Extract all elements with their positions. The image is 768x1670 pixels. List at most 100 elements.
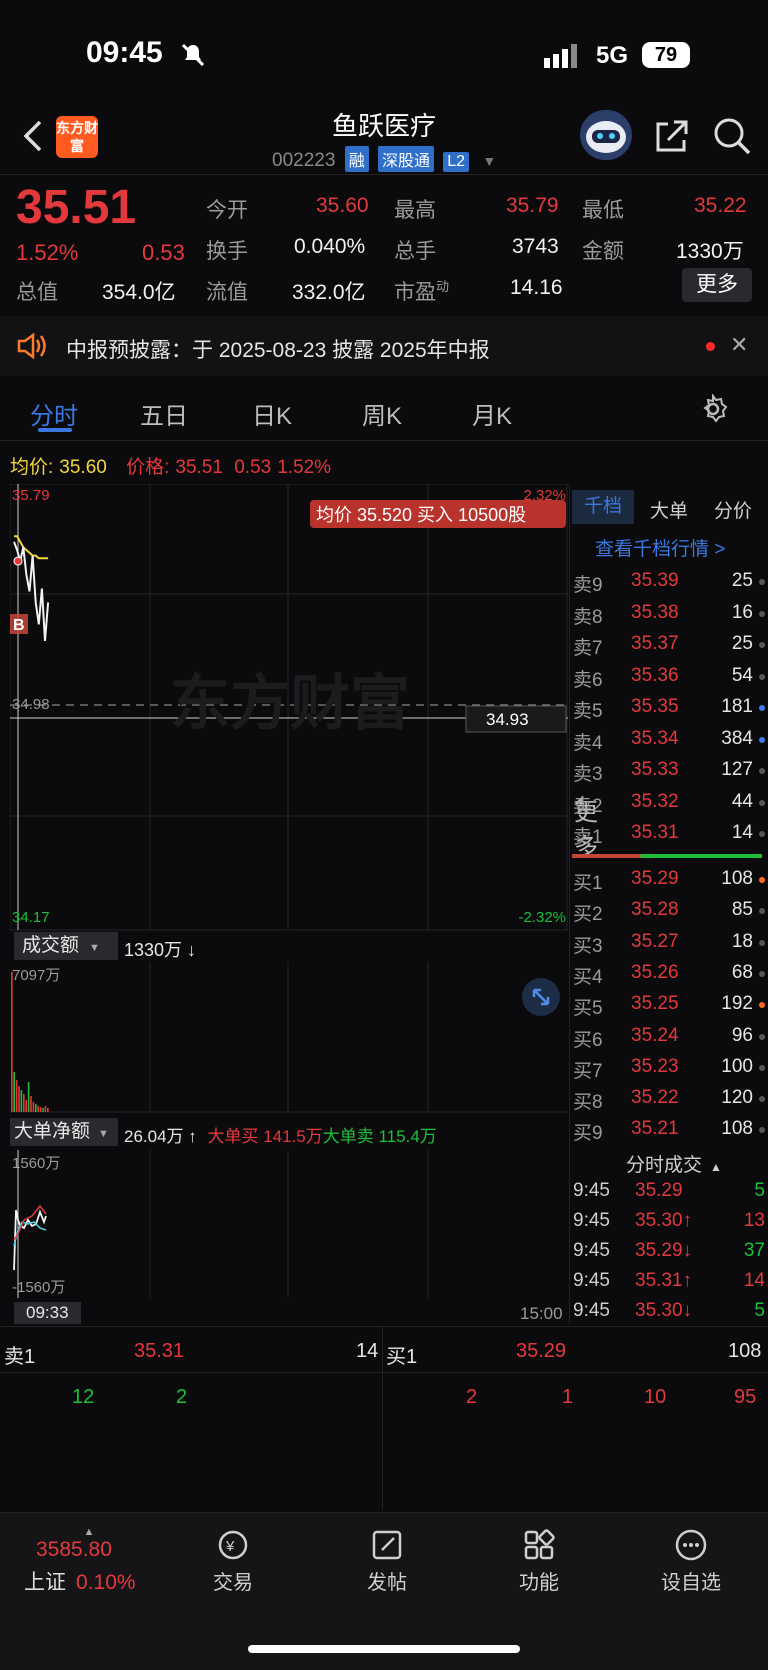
ask-queue-2: 2	[176, 1386, 188, 1408]
speaker-icon	[16, 332, 46, 365]
ob-tab-bigorder[interactable]: 大单	[650, 496, 688, 523]
ob-tab-price[interactable]: 分价	[714, 496, 752, 523]
tab-five-day[interactable]: 五日	[140, 396, 188, 431]
share-icon[interactable]	[652, 118, 690, 161]
tick-price: 35.29↓	[635, 1240, 693, 1261]
ob-price: 35.24	[631, 1024, 679, 1046]
notice-bar[interactable]: 中报预披露：于 2025-08-23 披露 2025年中报 ✕	[0, 316, 768, 376]
y-mid-label: 34.98	[12, 696, 50, 713]
ob-row: 卖6 35.36 54	[573, 665, 765, 695]
float-value: 332.0亿	[292, 281, 366, 304]
ob-dot	[759, 768, 765, 774]
ob-volume: 54	[731, 664, 753, 686]
ob-split-bar	[572, 854, 762, 858]
volume-bars	[11, 972, 49, 1112]
ob-dot	[759, 799, 765, 806]
ob-row: 卖3 35.33 127	[573, 759, 765, 789]
ob-level: 买1	[573, 873, 603, 894]
tick-time: 9:45	[573, 1300, 610, 1321]
tab-daily-k[interactable]: 日K	[252, 396, 292, 431]
ob-dot	[759, 705, 765, 711]
ob-dot	[759, 831, 765, 837]
ob-volume: 44	[731, 790, 753, 812]
trade-icon: ¥	[216, 1528, 250, 1562]
tick-time: 9:45	[573, 1270, 610, 1291]
tick-volume: 5	[754, 1300, 765, 1321]
ob-volume: 181	[721, 696, 753, 717]
index-widget[interactable]: ▲ 3585.80 上证 0.10%	[24, 1526, 154, 1596]
ob-dot	[759, 970, 765, 977]
ob-row: 卖5 35.35 181	[573, 696, 765, 726]
ob-price: 35.35	[631, 696, 679, 717]
tick-price: 35.30↑	[635, 1210, 693, 1231]
bottom-bid-vol: 108	[728, 1340, 762, 1362]
ob-level: 卖8	[573, 606, 603, 628]
bigorder-max-label: 1560万	[12, 1155, 60, 1172]
volume-label: 总手	[394, 240, 436, 263]
ob-volume: 18	[731, 930, 753, 952]
ob-volume: 127	[721, 759, 753, 780]
robot-avatar-icon[interactable]	[580, 110, 632, 160]
ob-dot	[759, 908, 765, 915]
depth-link[interactable]: 查看千档行情 >	[595, 534, 725, 561]
volume-value: 1330万 ↓	[124, 940, 197, 960]
ob-dot	[759, 877, 765, 883]
ob-row: 买2 35.28 85	[573, 899, 765, 929]
ob-price: 35.28	[631, 899, 679, 921]
ob-price: 35.29	[631, 868, 679, 889]
chevron-down-icon[interactable]: ▼	[482, 153, 496, 169]
nav-post[interactable]: 发帖	[342, 1528, 432, 1595]
intraday-chart[interactable]: 东方财富 35.79 34.98 34.17 2.32% -2.32% B 34…	[10, 484, 568, 932]
nav-trade[interactable]: ¥ 交易	[188, 1528, 278, 1595]
expand-icon[interactable]	[522, 978, 560, 1016]
tab-intraday[interactable]: 分时	[30, 396, 78, 431]
ob-row: 买6 35.24 96	[573, 1025, 765, 1055]
bigorder-selector[interactable]: 大单净额 ▼	[10, 1118, 118, 1146]
ob-price: 35.31	[631, 822, 679, 843]
mktcap-label: 总值	[16, 281, 58, 304]
volume-bar	[13, 1072, 15, 1112]
tab-weekly-k[interactable]: 周K	[362, 396, 402, 431]
volume-bar	[32, 1102, 35, 1112]
ob-price: 35.34	[631, 727, 679, 749]
ob-price: 35.38	[631, 601, 679, 623]
tag-l2: L2	[443, 152, 470, 172]
ob-row: 买3 35.27 18	[573, 931, 765, 961]
nav-add-watchlist[interactable]: 设自选	[646, 1528, 736, 1595]
ob-volume: 85	[731, 899, 753, 921]
nav-functions[interactable]: 功能	[494, 1528, 584, 1595]
turnover-value: 0.040%	[294, 235, 366, 258]
open-label: 今开	[206, 199, 248, 222]
gear-icon[interactable]	[698, 393, 728, 429]
tick-time: 9:45	[573, 1240, 610, 1261]
ob-level: 买2	[573, 904, 603, 926]
buy-marker: B	[13, 617, 25, 634]
ob-price: 35.22	[631, 1087, 679, 1109]
volume-bar	[44, 1106, 47, 1112]
tick-price: 35.29	[635, 1180, 683, 1201]
search-icon[interactable]	[712, 116, 752, 161]
bottom-bid-price: 35.29	[516, 1340, 567, 1362]
ob-dot	[759, 610, 765, 617]
abs-change: 0.53	[142, 240, 185, 265]
tab-active-indicator	[38, 428, 72, 432]
ob-dot	[759, 673, 765, 680]
ob-row: 卖9 35.39 25	[573, 570, 765, 600]
ob-volume: 192	[721, 993, 753, 1015]
ob-volume: 25	[731, 570, 753, 591]
ob-tab-depth[interactable]: 千档	[572, 490, 634, 524]
low-label: 最低	[582, 199, 624, 222]
ticks-title[interactable]: 分时成交 ▲	[626, 1150, 722, 1177]
high-value: 35.79	[506, 194, 559, 217]
more-quote-button[interactable]: 更多	[682, 268, 752, 302]
close-icon[interactable]: ✕	[730, 332, 748, 358]
ob-dot	[759, 1064, 765, 1071]
tab-monthly-k[interactable]: 月K	[472, 396, 512, 431]
ob-price: 35.27	[631, 930, 679, 952]
ob-dot	[759, 579, 765, 585]
chart-legend: 均价: 35.60 价格: 35.51 0.53 1.52%	[10, 457, 332, 478]
ob-row: 卖8 35.38 16	[573, 602, 765, 632]
ob-row: 买4 35.26 68	[573, 962, 765, 992]
volume-selector[interactable]: 成交额 ▼	[14, 932, 118, 960]
ob-price: 35.26	[631, 961, 679, 983]
